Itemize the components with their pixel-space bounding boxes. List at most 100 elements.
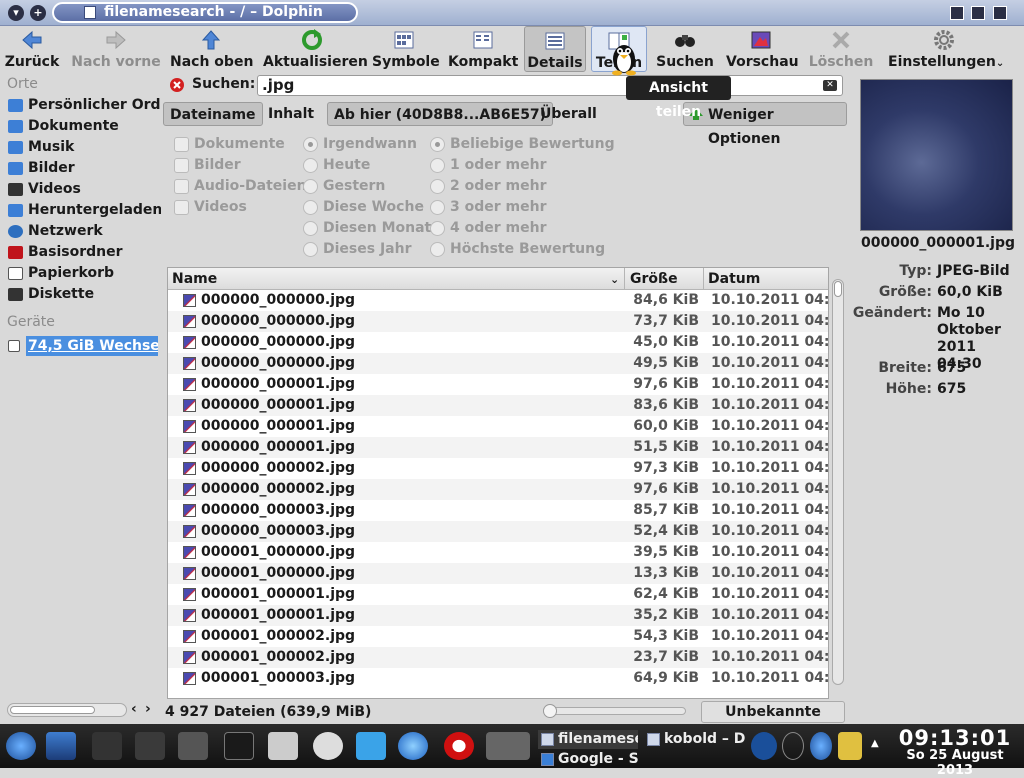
- window-menu-button[interactable]: ▾: [8, 5, 24, 21]
- settings-tools-icon[interactable]: [135, 732, 165, 760]
- pager-icon[interactable]: [486, 732, 530, 760]
- task-dolphin[interactable]: filenamese: [538, 730, 638, 749]
- delete-button[interactable]: Löschen: [805, 26, 877, 72]
- place-network[interactable]: Netzwerk: [0, 221, 161, 242]
- filter-filename[interactable]: Dateiname: [163, 102, 263, 126]
- type-documents-checkbox[interactable]: Dokumente: [172, 134, 285, 155]
- minimize-button[interactable]: [950, 6, 964, 20]
- fewer-options-button[interactable]: Weniger Optionen: [683, 102, 847, 147]
- hp-printer-icon[interactable]: [751, 732, 777, 760]
- opera-icon[interactable]: [444, 732, 474, 760]
- maximize-button[interactable]: [971, 6, 985, 20]
- table-row[interactable]: 000001_000001.jpg 35,2 KiB 10.10.2011 04:3…: [168, 605, 828, 626]
- filter-content[interactable]: Inhalt: [262, 102, 320, 126]
- date-this-week-radio[interactable]: Diese Woche: [301, 197, 424, 218]
- search-button[interactable]: Suchen: [655, 26, 715, 72]
- place-downloads[interactable]: Heruntergeladene: [0, 200, 161, 221]
- table-row[interactable]: 000000_000000.jpg 73,7 KiB 10.10.2011 04:3…: [168, 311, 828, 332]
- close-button[interactable]: [993, 6, 1007, 20]
- file-list-scrollbar[interactable]: [830, 267, 846, 699]
- table-row[interactable]: 000001_000001.jpg 62,4 KiB 10.10.2011 04:3…: [168, 584, 828, 605]
- table-row[interactable]: 000000_000001.jpg 97,6 KiB 10.10.2011 04:3…: [168, 374, 828, 395]
- column-header-name[interactable]: Name: [172, 271, 217, 287]
- details-view-button[interactable]: Details: [524, 26, 586, 72]
- rating-3-radio[interactable]: 3 oder mehr: [428, 197, 546, 218]
- compact-view-button[interactable]: Kompakt: [448, 26, 518, 72]
- task-konsole[interactable]: kobold – D: [644, 730, 749, 749]
- settings-button[interactable]: Einstellungen⌄: [888, 26, 1004, 72]
- terminal-icon[interactable]: [224, 732, 254, 760]
- column-header-date[interactable]: Datum: [708, 271, 760, 287]
- tray-expand-icon[interactable]: ▲: [871, 738, 879, 749]
- table-row[interactable]: 000000_000001.jpg 83,6 KiB 10.10.2011 04:3…: [168, 395, 828, 416]
- network-manager-icon[interactable]: [356, 732, 386, 760]
- wifi-icon[interactable]: [782, 732, 804, 760]
- rating-4-radio[interactable]: 4 oder mehr: [428, 218, 546, 239]
- table-row[interactable]: 000000_000001.jpg 60,0 KiB 10.10.2011 04:3…: [168, 416, 828, 437]
- place-root[interactable]: Basisordner: [0, 242, 161, 263]
- tape-icon[interactable]: [178, 732, 208, 760]
- column-header-size[interactable]: Größe: [630, 271, 678, 287]
- date-this-month-radio[interactable]: Diesen Monat: [301, 218, 431, 239]
- filter-from-here[interactable]: Ab hier (40D8B8...AB6E57): [327, 102, 554, 126]
- zoom-slider[interactable]: [543, 704, 686, 718]
- place-pictures[interactable]: Bilder: [0, 158, 161, 179]
- up-button[interactable]: Nach oben: [170, 26, 253, 72]
- calculator-icon[interactable]: [268, 732, 298, 760]
- filter-everywhere[interactable]: Überall: [534, 102, 603, 126]
- rating-any-radio[interactable]: Beliebige Bewertung: [428, 134, 615, 155]
- globe-icon[interactable]: [810, 732, 832, 760]
- clock[interactable]: 09:13:01 So 25 August 2013: [888, 726, 1022, 778]
- tools-icon[interactable]: [92, 732, 122, 760]
- browser-icon[interactable]: [398, 732, 428, 760]
- space-info-button[interactable]: Unbekannte Größe: [701, 701, 845, 740]
- clear-text-icon[interactable]: ✕: [823, 80, 837, 91]
- place-documents[interactable]: Dokumente: [0, 116, 161, 137]
- places-horizontal-scrollbar[interactable]: [7, 703, 127, 717]
- place-videos[interactable]: Videos: [0, 179, 161, 200]
- back-button[interactable]: Zurück: [4, 26, 60, 72]
- rating-1-radio[interactable]: 1 oder mehr: [428, 155, 546, 176]
- type-videos-checkbox[interactable]: Videos: [172, 197, 247, 218]
- date-this-year-radio[interactable]: Dieses Jahr: [301, 239, 411, 260]
- rating-highest-radio[interactable]: Höchste Bewertung: [428, 239, 605, 260]
- table-row[interactable]: 000001_000000.jpg 39,5 KiB 10.10.2011 04:3…: [168, 542, 828, 563]
- table-row[interactable]: 000000_000002.jpg 97,3 KiB 10.10.2011 04:3…: [168, 458, 828, 479]
- table-row[interactable]: 000000_000000.jpg 49,5 KiB 10.10.2011 04:3…: [168, 353, 828, 374]
- table-row[interactable]: 000000_000003.jpg 85,7 KiB 10.10.2011 04:3…: [168, 500, 828, 521]
- clipboard-icon[interactable]: [838, 732, 862, 760]
- kickoff-menu-icon[interactable]: [6, 732, 36, 760]
- place-home[interactable]: Persönlicher Ordn: [0, 95, 161, 116]
- date-anytime-radio[interactable]: Irgendwann: [301, 134, 417, 155]
- table-row[interactable]: 000000_000003.jpg 52,4 KiB 10.10.2011 04:3…: [168, 521, 828, 542]
- desktop-icon[interactable]: [46, 732, 76, 760]
- table-row[interactable]: 000000_000002.jpg 97,6 KiB 10.10.2011 04:3…: [168, 479, 828, 500]
- table-row[interactable]: 000001_000003.jpg 64,9 KiB 10.10.2011 04:3…: [168, 668, 828, 689]
- date-yesterday-radio[interactable]: Gestern: [301, 176, 385, 197]
- table-row[interactable]: 000000_000000.jpg 45,0 KiB 10.10.2011 04:3…: [168, 332, 828, 353]
- type-images-checkbox[interactable]: Bilder: [172, 155, 241, 176]
- refresh-button[interactable]: Aktualisieren: [263, 26, 368, 72]
- forward-button[interactable]: Nach vorne: [70, 26, 162, 72]
- scroll-right-arrow-icon[interactable]: ›: [145, 701, 151, 717]
- window-pin-button[interactable]: +: [30, 5, 46, 21]
- search-input[interactable]: .jpg ✕: [257, 75, 843, 96]
- table-row[interactable]: 000001_000002.jpg 23,7 KiB 10.10.2011 04:3…: [168, 647, 828, 668]
- scroll-left-arrow-icon[interactable]: ‹: [131, 701, 137, 717]
- preview-button[interactable]: Vorschau: [726, 26, 799, 72]
- icons-view-button[interactable]: Symbole: [372, 26, 440, 72]
- place-trash[interactable]: Papierkorb: [0, 263, 161, 284]
- date-today-radio[interactable]: Heute: [301, 155, 370, 176]
- table-row[interactable]: 000000_000000.jpg 84,6 KiB 10.10.2011 04:3…: [168, 290, 828, 311]
- close-search-icon[interactable]: [169, 77, 185, 93]
- table-row[interactable]: 000001_000000.jpg 13,3 KiB 10.10.2011 04:3…: [168, 563, 828, 584]
- type-audio-checkbox[interactable]: Audio-Dateien: [172, 176, 307, 197]
- rating-2-radio[interactable]: 2 oder mehr: [428, 176, 546, 197]
- address-book-icon[interactable]: [313, 732, 343, 760]
- device-removable[interactable]: 74,5 GiB Wechselm: [0, 336, 161, 356]
- place-floppy[interactable]: Diskette: [0, 284, 161, 305]
- place-music[interactable]: Musik: [0, 137, 161, 158]
- task-browser[interactable]: Google - S: [538, 750, 638, 769]
- table-row[interactable]: 000001_000002.jpg 54,3 KiB 10.10.2011 04:3…: [168, 626, 828, 647]
- table-row[interactable]: 000000_000001.jpg 51,5 KiB 10.10.2011 04:3…: [168, 437, 828, 458]
